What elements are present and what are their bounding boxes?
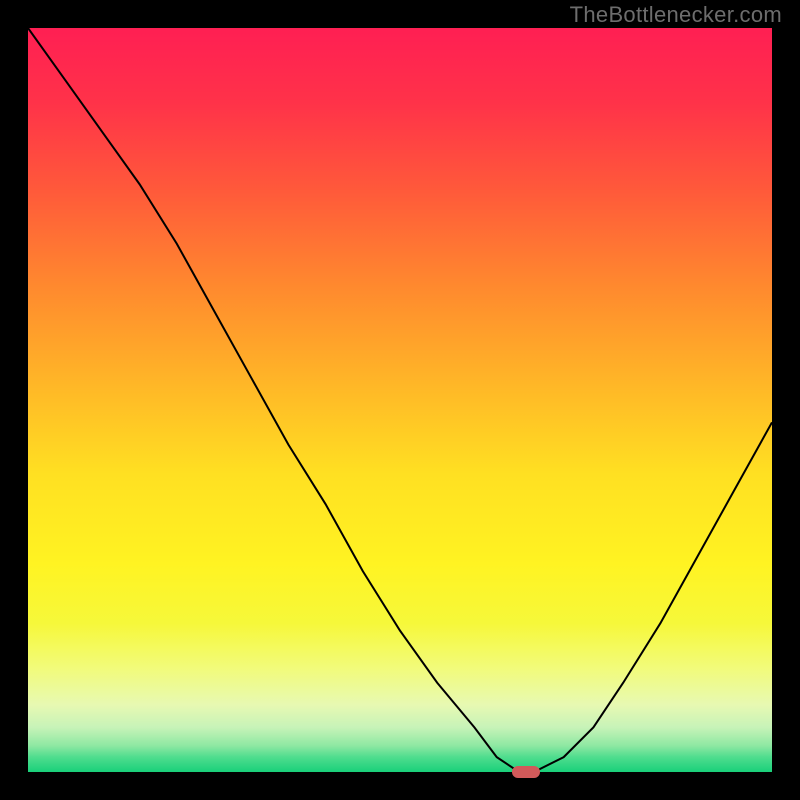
bottleneck-curve [28,28,772,772]
optimum-marker [512,766,540,778]
watermark-text: TheBottlenecker.com [570,2,782,28]
plot-area [28,28,772,772]
chart-container: TheBottlenecker.com [0,0,800,800]
